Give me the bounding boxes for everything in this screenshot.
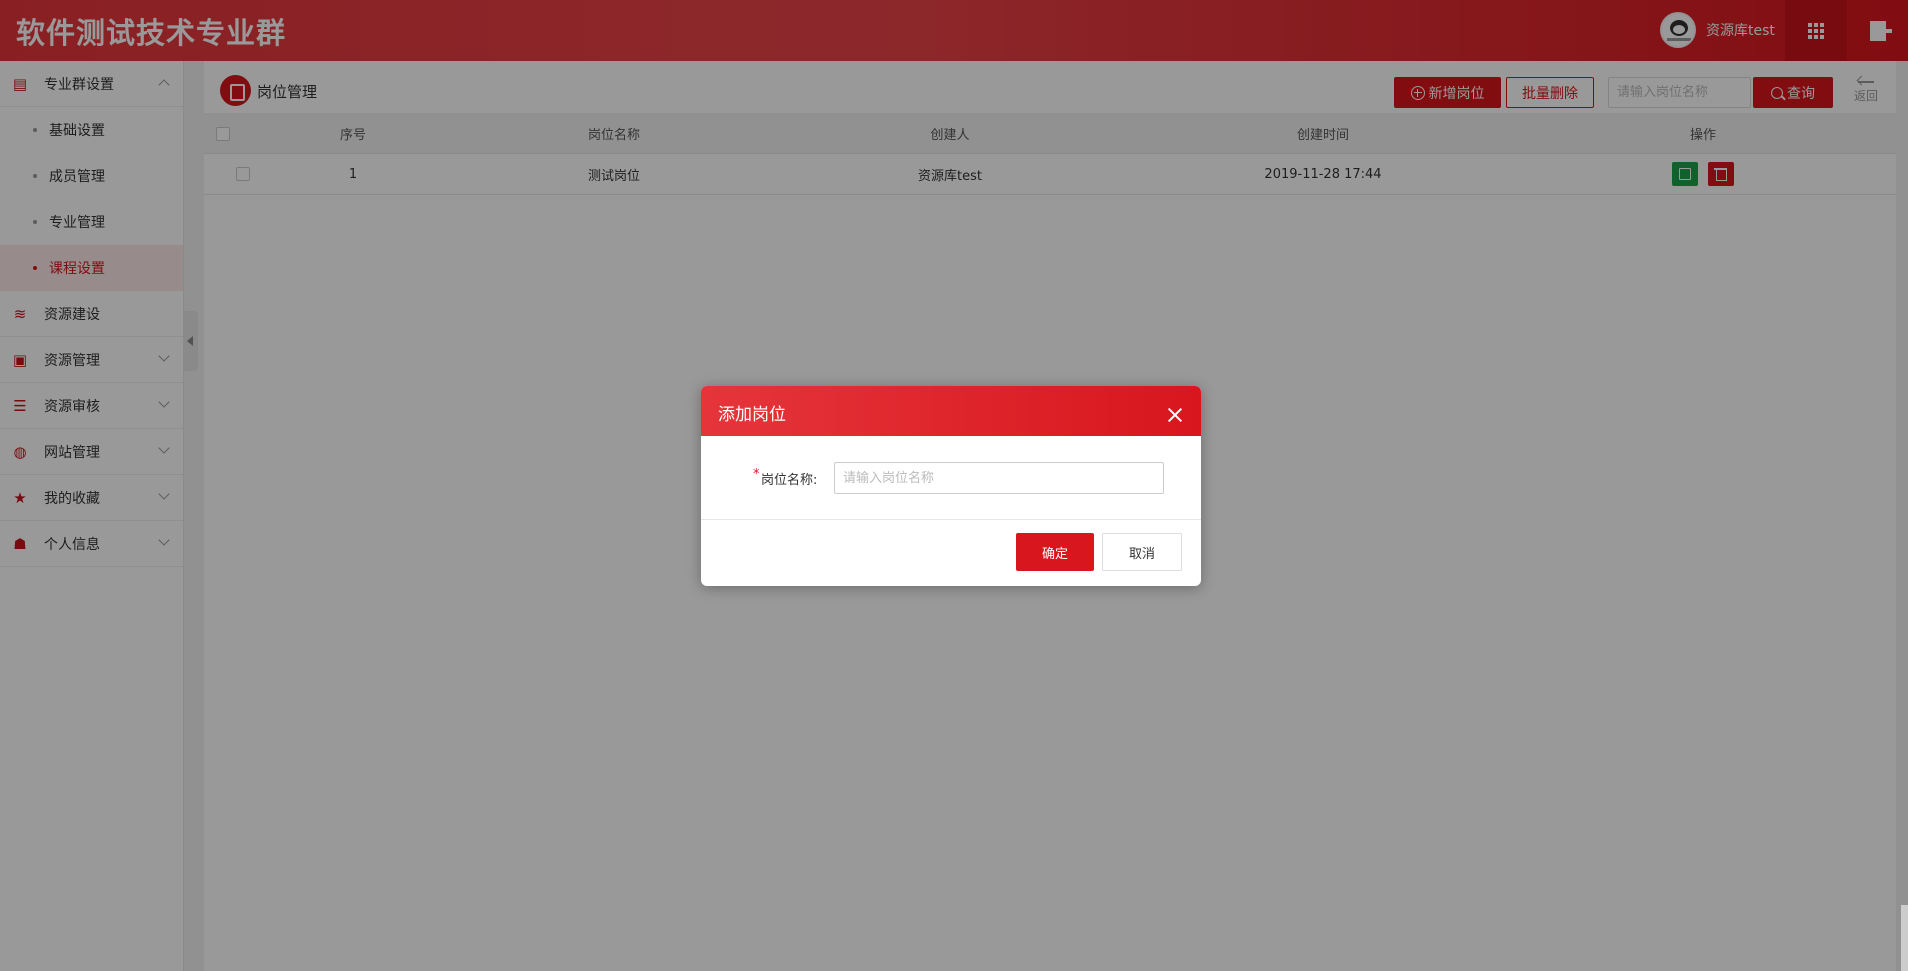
dialog-title: 添加岗位: [718, 405, 786, 425]
dialog-header: 添加岗位: [701, 386, 1201, 436]
position-name-label: 岗位名称:: [761, 473, 818, 488]
close-icon[interactable]: [1167, 408, 1183, 424]
cancel-button[interactable]: 取消: [1102, 533, 1182, 571]
position-name-input[interactable]: [834, 462, 1164, 494]
dialog-body: * 岗位名称:: [701, 436, 1201, 520]
confirm-button[interactable]: 确定: [1016, 533, 1094, 571]
add-position-dialog: 添加岗位 * 岗位名称: 确定 取消: [701, 386, 1201, 586]
page-scrollbar[interactable]: [1901, 905, 1908, 971]
required-mark: *: [753, 467, 760, 482]
dialog-footer: 确定 取消: [701, 520, 1201, 586]
